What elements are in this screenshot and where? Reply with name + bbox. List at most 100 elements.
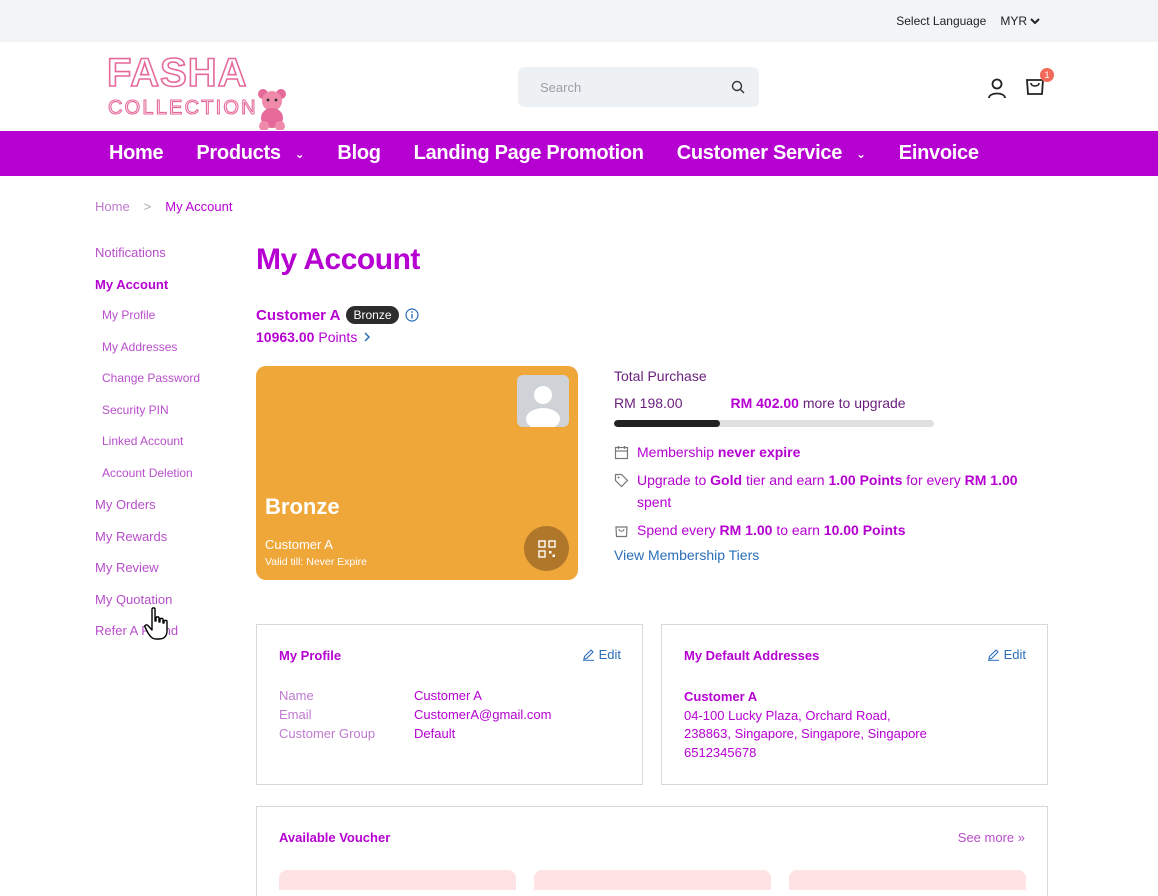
edit-profile-button[interactable]: Edit — [582, 647, 621, 662]
search-input[interactable] — [538, 78, 731, 96]
sidebar-item-my-review[interactable]: My Review — [95, 559, 245, 591]
chevron-down-icon: ⌄ — [856, 146, 866, 161]
view-membership-tiers-link[interactable]: View Membership Tiers — [614, 547, 1034, 563]
see-more-label: See more — [957, 830, 1015, 845]
upgrade-suffix: more to upgrade — [802, 395, 906, 411]
qr-code-icon — [537, 539, 556, 558]
see-more-link[interactable]: See more » — [958, 830, 1025, 845]
upgrade-spent: spent — [637, 494, 672, 510]
chevron-down-icon: ⌄ — [294, 146, 305, 161]
user-icon[interactable] — [986, 77, 1008, 99]
card-customer-name: Customer A — [265, 537, 333, 552]
nav-einvoice[interactable]: Einvoice — [899, 142, 979, 165]
benefit-spend: Spend every RM 1.00 to earn 10.00 Points — [614, 519, 1034, 541]
upgrade-amount: RM 402.00 — [730, 395, 799, 411]
points-label: Points — [318, 329, 358, 345]
voucher-item[interactable] — [279, 870, 516, 890]
benefit-text: Upgrade to Gold tier and earn 1.00 Point… — [637, 469, 1034, 513]
voucher-list — [279, 870, 1026, 890]
cart-button[interactable]: 1 — [1024, 68, 1054, 101]
upgrade-prefix: Upgrade to — [637, 472, 707, 488]
card-title: My Profile — [279, 648, 342, 663]
profile-row: Email CustomerA@gmail.com — [279, 707, 551, 726]
qr-code-button[interactable] — [524, 526, 569, 571]
breadcrumb: Home > My Account — [95, 199, 232, 214]
sidebar-item-my-rewards[interactable]: My Rewards — [95, 528, 245, 560]
pencil-icon — [987, 649, 999, 661]
currency-selector[interactable]: MYR — [1000, 14, 1040, 28]
spend-rm: RM 1.00 — [719, 522, 773, 538]
info-icon[interactable] — [404, 308, 419, 322]
avatar — [517, 375, 569, 427]
benefit-text: Membership never expire — [637, 441, 800, 463]
header: FASHA COLLECTION 1 — [0, 42, 1158, 131]
nav-label: Home — [109, 142, 164, 164]
cart-count-badge: 1 — [1040, 68, 1054, 82]
voucher-item[interactable] — [789, 870, 1026, 890]
sidebar-item-my-profile[interactable]: My Profile — [95, 307, 245, 339]
membership-card: Bronze Customer A Valid till: Never Expi… — [256, 366, 578, 580]
header-icons: 1 — [986, 68, 1054, 101]
teddy-bear-icon — [258, 89, 286, 130]
spend-mid: to earn — [776, 522, 820, 538]
nav-label: Blog — [337, 142, 381, 164]
sidebar-item-notifications[interactable]: Notifications — [95, 244, 245, 276]
row-value: CustomerA@gmail.com — [414, 707, 552, 722]
edit-address-button[interactable]: Edit — [987, 647, 1026, 662]
sidebar-item-linked-account[interactable]: Linked Account — [95, 433, 245, 465]
sidebar-item-security-pin[interactable]: Security PIN — [95, 402, 245, 434]
nav-label: Landing Page Promotion — [413, 142, 644, 164]
membership-prefix: Membership — [637, 444, 715, 460]
edit-label: Edit — [1003, 647, 1026, 662]
upgrade-points: 1.00 Points — [828, 472, 903, 488]
voucher-item[interactable] — [534, 870, 771, 890]
address-name: Customer A — [684, 689, 758, 704]
points-link[interactable]: 10963.00 Points — [256, 329, 373, 345]
hand-cursor-icon — [144, 607, 168, 640]
breadcrumb-current: My Account — [165, 199, 233, 214]
upgrade-for: for every — [906, 472, 961, 488]
fasha-collection-logo[interactable]: FASHA COLLECTION — [106, 50, 292, 130]
sidebar-item-my-addresses[interactable]: My Addresses — [95, 339, 245, 371]
chevron-down-icon — [1030, 18, 1040, 25]
upgrade-rm: RM 1.00 — [964, 472, 1018, 488]
benefit-text: Spend every RM 1.00 to earn 10.00 Points — [637, 519, 906, 541]
select-language-link[interactable]: Select Language — [896, 14, 986, 28]
upgrade-mid: tier and earn — [745, 472, 825, 488]
customer-name: Customer A — [256, 306, 341, 324]
customer-line: Customer A Bronze — [256, 306, 419, 324]
currency-label: MYR — [1000, 14, 1027, 28]
spend-points: 10.00 Points — [823, 522, 906, 538]
row-value: Default — [414, 726, 456, 741]
search-icon[interactable] — [731, 80, 745, 94]
spend-prefix: Spend every — [637, 522, 716, 538]
nav-blog[interactable]: Blog — [337, 142, 381, 165]
logo-text-bottom: COLLECTION — [108, 97, 258, 119]
nav-home[interactable]: Home — [109, 142, 164, 165]
nav-products[interactable]: Products ⌄ — [196, 142, 304, 165]
nav-customer-service[interactable]: Customer Service ⌄ — [677, 142, 866, 165]
user-placeholder-icon — [526, 386, 560, 427]
tier-info: Total Purchase RM 198.00 RM 402.00 more … — [614, 368, 1034, 563]
default-address-card: My Default Addresses Edit Customer A 04-… — [661, 624, 1048, 785]
address-phone: 6512345678 — [684, 744, 757, 760]
main-nav: Home Products ⌄ Blog Landing Page Promoti… — [0, 131, 1158, 176]
address-block: Customer A 04-100 Lucky Plaza, Orchard R… — [684, 688, 927, 762]
row-label: Customer Group — [279, 726, 376, 741]
current-purchase-amount: RM 198.00 — [614, 395, 683, 411]
account-sidebar: Notifications My Account My Profile My A… — [95, 244, 245, 654]
sidebar-item-change-password[interactable]: Change Password — [95, 370, 245, 402]
breadcrumb-home[interactable]: Home — [95, 199, 130, 214]
benefit-upgrade: Upgrade to Gold tier and earn 1.00 Point… — [614, 469, 1034, 513]
profile-row: Customer Group Default — [279, 726, 551, 745]
tier-badge: Bronze — [346, 306, 399, 324]
shopping-bag-icon — [615, 526, 628, 538]
sidebar-item-my-orders[interactable]: My Orders — [95, 496, 245, 528]
sidebar-item-account-deletion[interactable]: Account Deletion — [95, 465, 245, 497]
sidebar-item-my-account[interactable]: My Account — [95, 276, 245, 308]
total-purchase-label: Total Purchase — [614, 368, 707, 384]
logo-text-top: FASHA — [107, 51, 248, 95]
nav-landing-page-promotion[interactable]: Landing Page Promotion — [414, 142, 644, 165]
address-line2: 238863, Singapore, Singapore, Singapore — [684, 726, 927, 741]
card-title: My Default Addresses — [684, 648, 820, 663]
